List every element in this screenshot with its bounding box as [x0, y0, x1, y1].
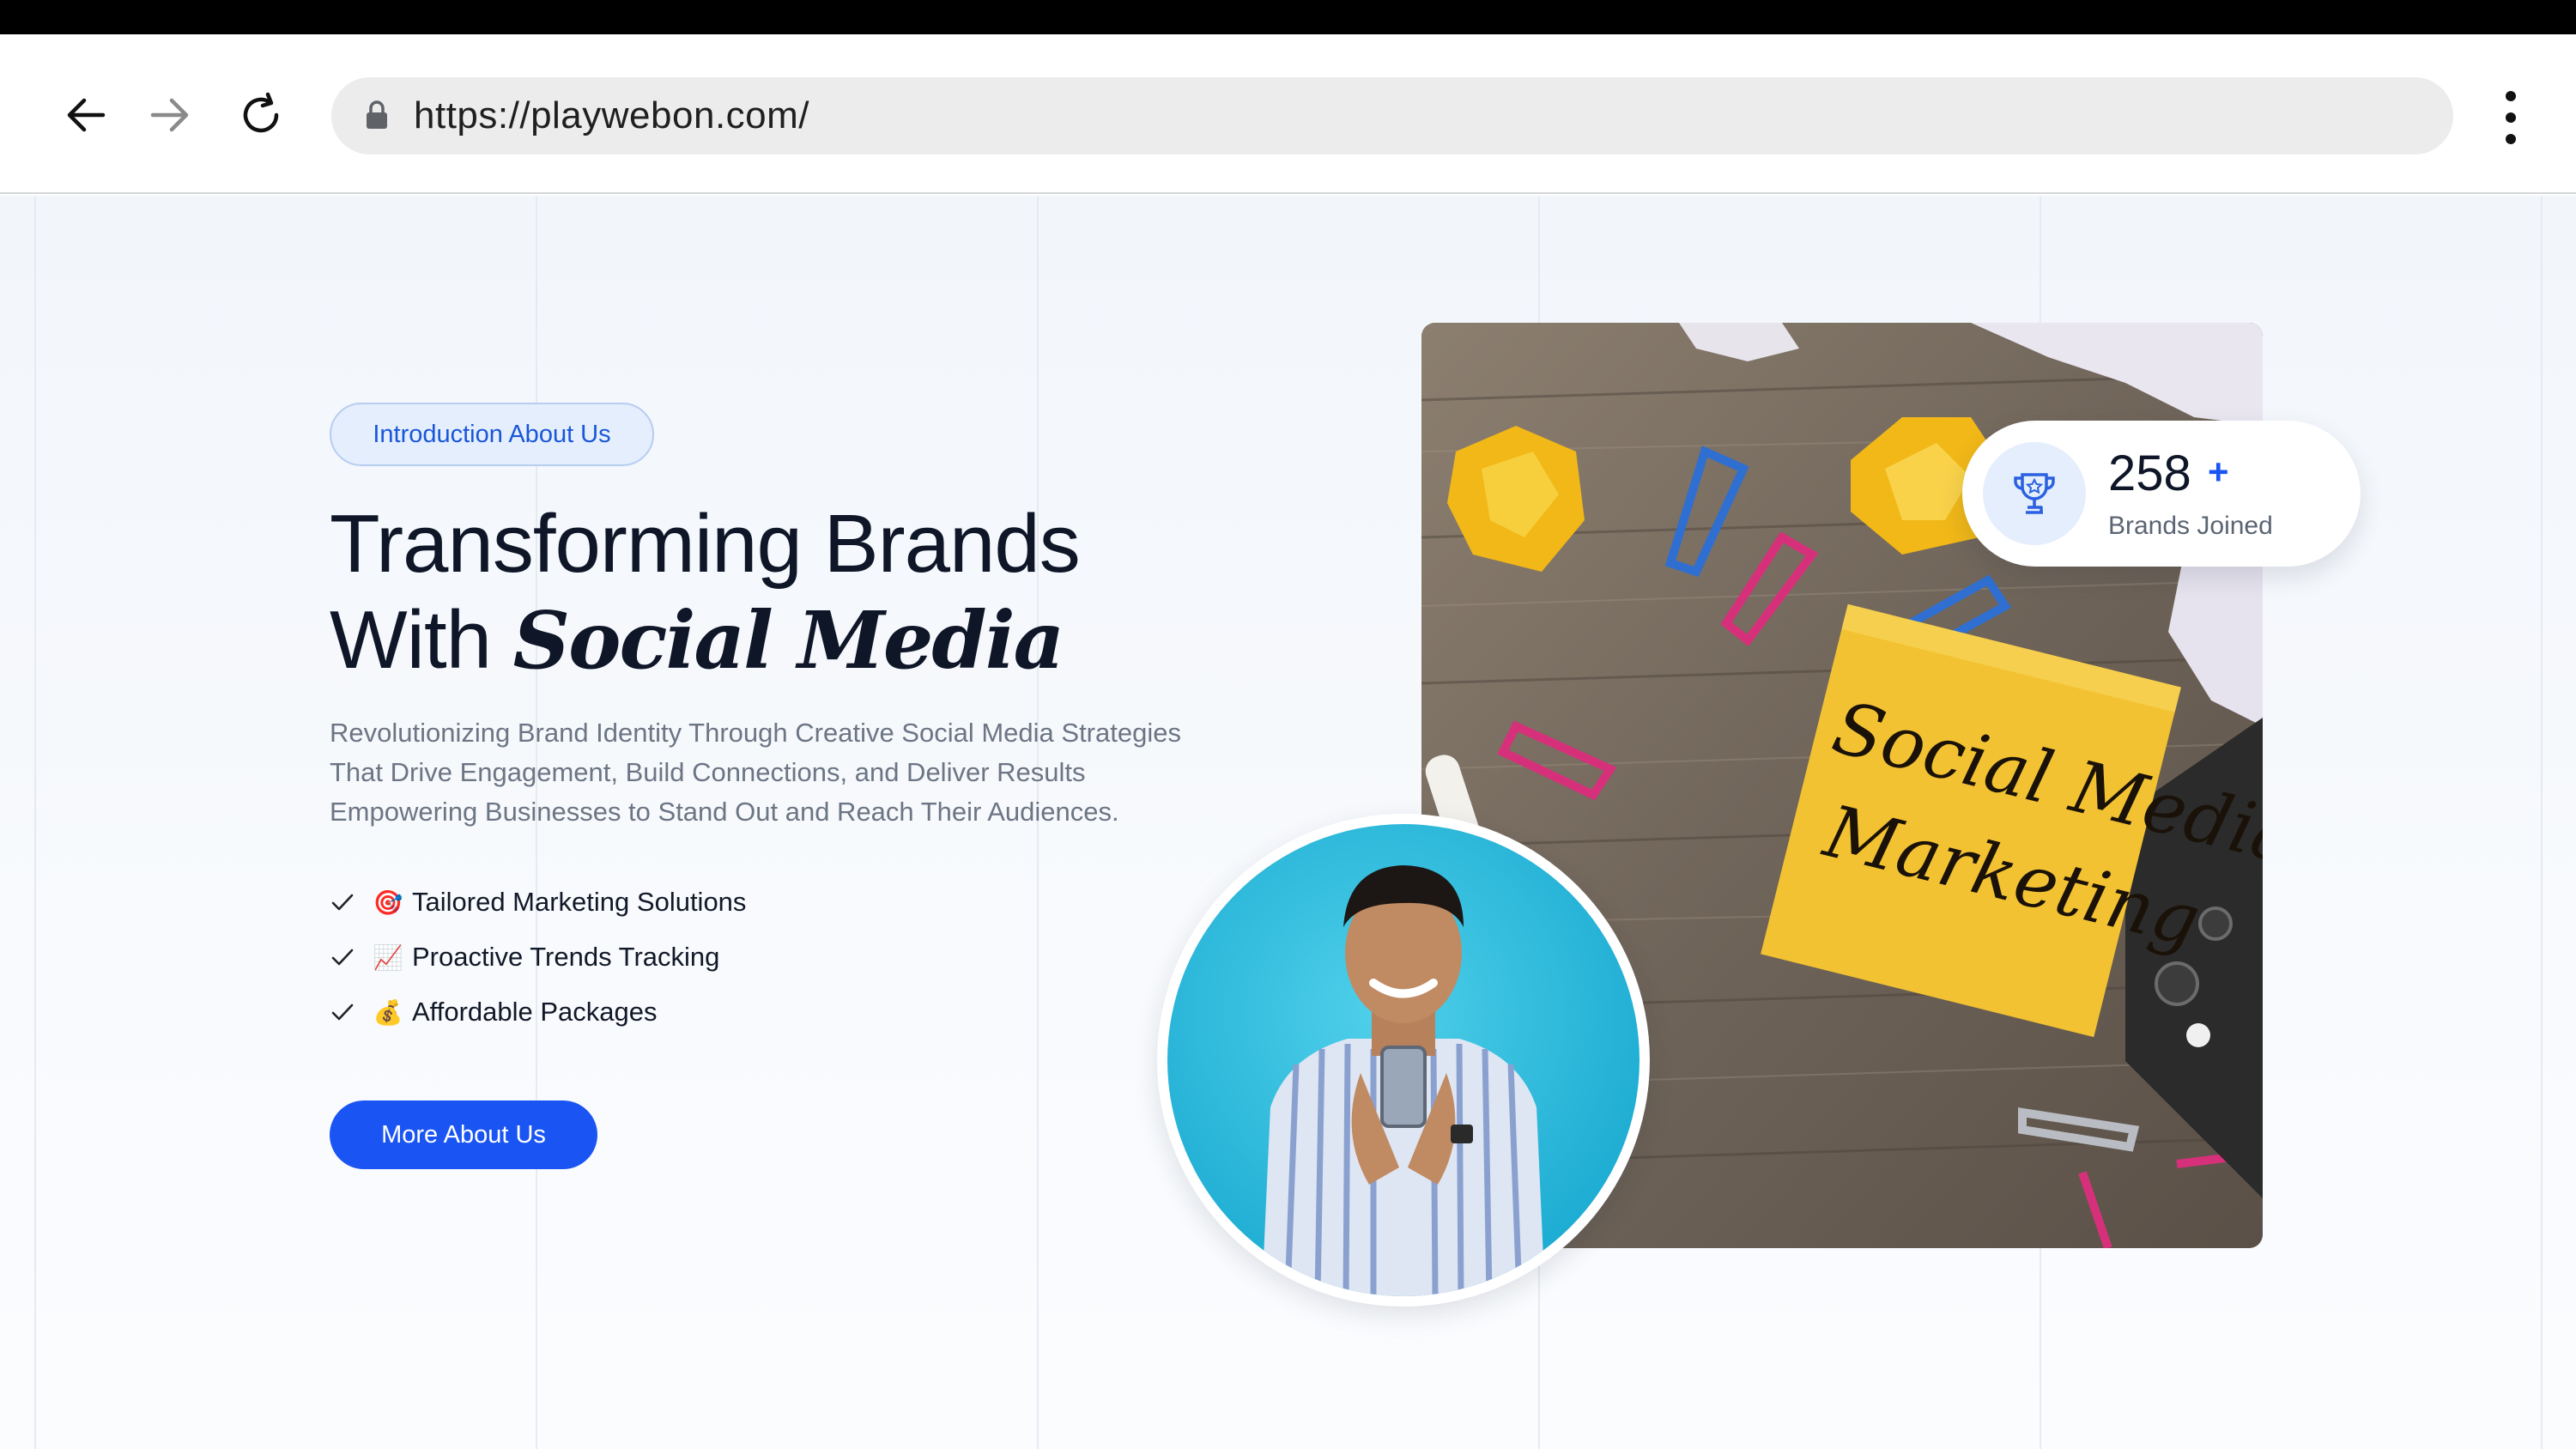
hero-description: Revolutionizing Brand Identity Through C… — [330, 718, 1181, 827]
system-status-bar — [0, 0, 2576, 34]
more-about-us-button[interactable]: More About Us — [330, 1100, 597, 1169]
chart-increasing-icon: 📈 — [373, 943, 403, 971]
back-button[interactable] — [58, 88, 113, 142]
hero-headline: Transforming Brands With Social Media — [330, 496, 1274, 688]
intro-badge: Introduction About Us — [330, 403, 654, 466]
money-bag-icon: 💰 — [373, 998, 403, 1026]
check-icon — [331, 894, 354, 911]
lock-icon — [367, 100, 387, 129]
url-text: https://playwebon.com/ — [414, 94, 810, 136]
brands-joined-count: 258 — [2108, 446, 2191, 501]
check-icon — [331, 1003, 354, 1021]
man-with-phone-photo — [1157, 814, 1650, 1307]
feature-item: 💰 Affordable Packages — [330, 991, 658, 1034]
reload-icon — [243, 92, 279, 133]
plus-sign: + — [2208, 452, 2229, 492]
trophy-icon — [2014, 473, 2055, 514]
brands-joined-label: Brands Joined — [2108, 512, 2273, 540]
feature-item: 📈 Proactive Trends Tracking — [330, 936, 719, 979]
headline-line-2-prefix: With — [330, 594, 513, 686]
arrow-left-icon — [67, 98, 106, 132]
forward-button[interactable] — [142, 88, 197, 142]
reload-button[interactable] — [233, 88, 288, 142]
address-bar[interactable]: https://playwebon.com/ — [331, 77, 2453, 155]
target-icon: 🎯 — [373, 888, 403, 916]
browser-toolbar: https://playwebon.com/ — [0, 34, 2576, 194]
headline-emphasis: Social Media — [512, 594, 1065, 687]
arrow-right-icon — [150, 98, 189, 132]
feature-item: 🎯 Tailored Marketing Solutions — [330, 881, 746, 924]
brands-joined-card: 258 + Brands Joined — [1962, 421, 2361, 567]
check-icon — [331, 949, 354, 966]
hero-section: Introduction About Us Transforming Brand… — [0, 196, 2576, 1449]
headline-line-1: Transforming Brands — [330, 498, 1081, 590]
kebab-menu-button[interactable] — [2489, 88, 2532, 148]
kebab-menu-icon — [2506, 91, 2516, 101]
